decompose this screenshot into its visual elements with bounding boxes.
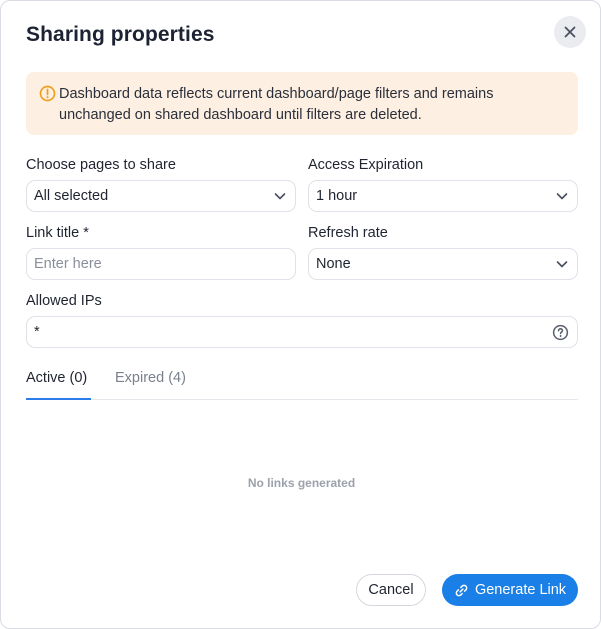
- allowed-ips-label: Allowed IPs: [26, 293, 102, 309]
- pages-select[interactable]: All selected: [26, 180, 296, 212]
- expiration-label: Access Expiration: [308, 157, 424, 173]
- dialog-title: Sharing properties: [26, 23, 215, 46]
- cancel-button[interactable]: Cancel: [356, 574, 426, 606]
- link-title-field[interactable]: [26, 248, 296, 280]
- empty-state-text: No links generated: [247, 476, 356, 490]
- alert-text: Dashboard data reflects current dashboar…: [59, 86, 494, 123]
- link-title-input[interactable]: [34, 256, 287, 272]
- generate-link-button[interactable]: Generate Link: [442, 574, 578, 606]
- pages-select-value: All selected: [34, 188, 109, 204]
- allowed-ips-field[interactable]: *: [26, 316, 578, 348]
- refresh-rate-select[interactable]: None: [308, 248, 578, 280]
- tab-active[interactable]: Active (0): [26, 370, 87, 386]
- expiration-select[interactable]: 1 hour: [308, 180, 578, 212]
- tab-expired[interactable]: Expired (4): [115, 370, 186, 386]
- active-tab-indicator: [26, 398, 91, 400]
- refresh-rate-select-value: None: [316, 256, 351, 272]
- allowed-ips-value[interactable]: *: [34, 324, 552, 340]
- link-title-label: Link title *: [26, 225, 89, 241]
- generate-link-label: Generate Link: [474, 582, 567, 598]
- filter-warning-alert: Dashboard data reflects current dashboar…: [26, 72, 578, 135]
- refresh-rate-label: Refresh rate: [308, 225, 388, 241]
- cancel-button-label: Cancel: [368, 582, 414, 598]
- warning-circle-icon: [39, 85, 56, 102]
- close-icon: [564, 26, 576, 38]
- pages-label: Choose pages to share: [26, 157, 176, 173]
- chevron-down-icon: [556, 261, 568, 268]
- expiration-select-value: 1 hour: [316, 188, 358, 204]
- chevron-down-icon: [556, 193, 568, 200]
- link-icon: [455, 584, 468, 596]
- chevron-down-icon: [274, 193, 286, 200]
- close-button[interactable]: [554, 16, 586, 48]
- sharing-properties-dialog: Sharing properties Dashboard data reflec…: [0, 0, 601, 629]
- question-circle-icon[interactable]: [552, 324, 569, 341]
- links-tabs: Active (0) Expired (4): [26, 362, 578, 400]
